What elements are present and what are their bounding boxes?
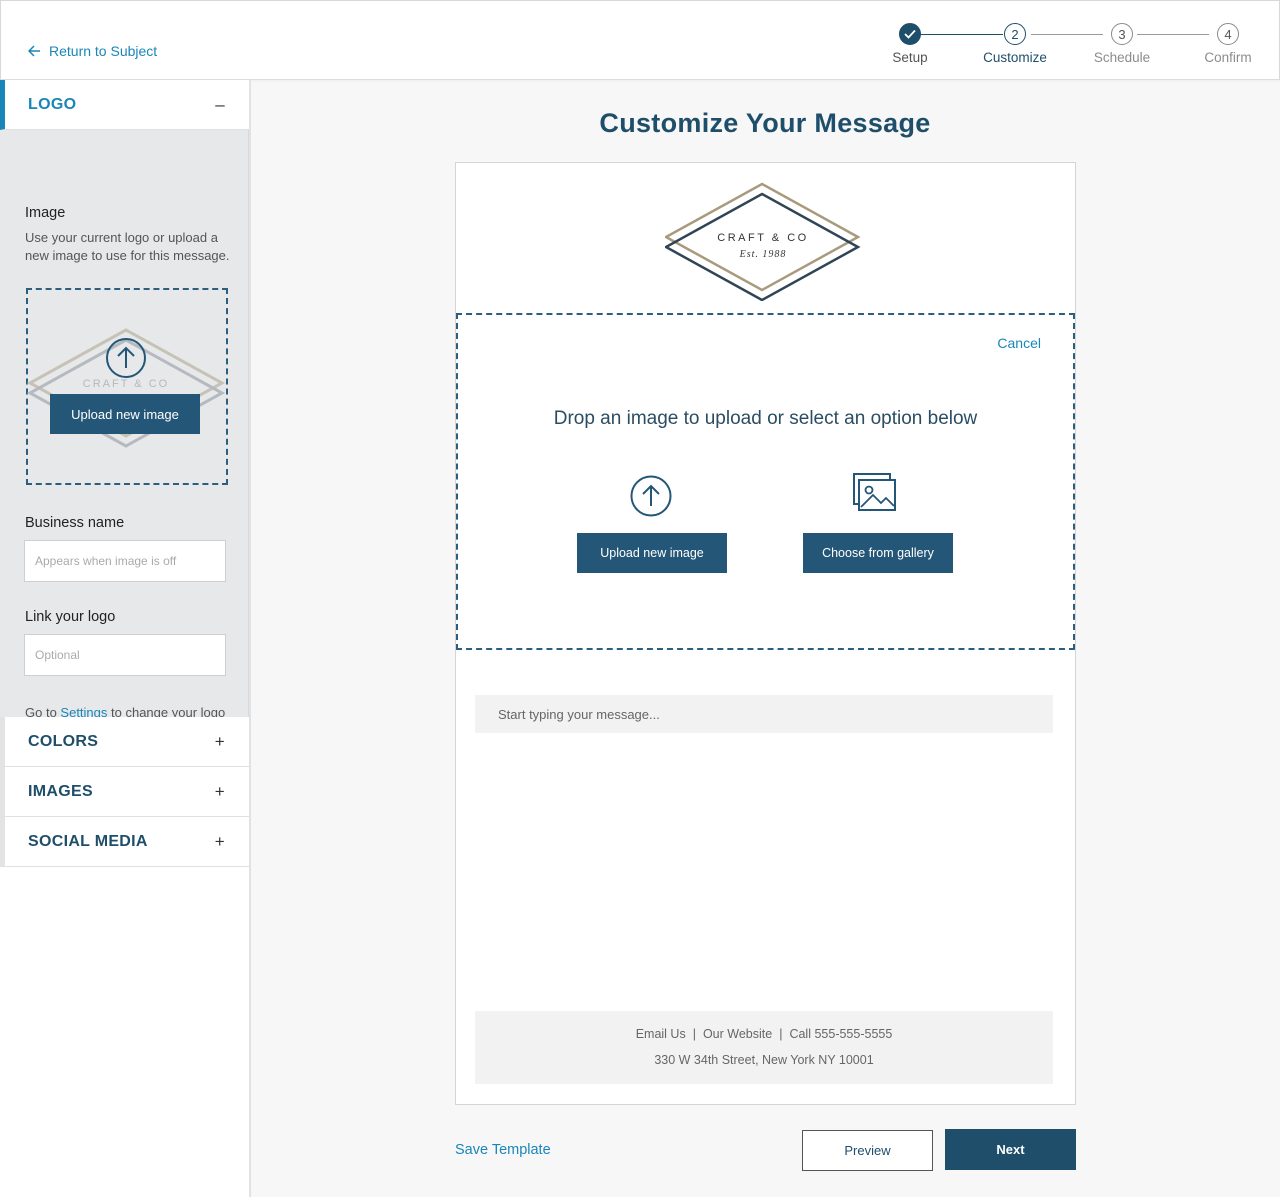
message-preview-card: CRAFT & CO Est. 1988 Cancel Drop an imag… (455, 162, 1076, 1105)
step-connector (1137, 34, 1209, 35)
phone-link[interactable]: Call 555-555-5555 (789, 1027, 892, 1041)
step-schedule-label: Schedule (1093, 50, 1151, 65)
colors-section-header[interactable]: COLORS + (0, 717, 249, 767)
step-confirm[interactable]: 4 Confirm (1188, 23, 1268, 65)
image-drop-zone[interactable]: Cancel Drop an image to upload or select… (456, 313, 1075, 650)
social-media-section-header[interactable]: SOCIAL MEDIA + (0, 817, 249, 867)
save-template-link[interactable]: Save Template (455, 1142, 551, 1158)
drop-zone-prompt: Drop an image to upload or select an opt… (553, 408, 978, 429)
svg-text:CRAFT & CO: CRAFT & CO (83, 378, 169, 390)
gallery-icon (853, 473, 896, 511)
expand-icon[interactable]: + (215, 832, 225, 852)
link-logo-label: Link your logo (25, 609, 116, 625)
top-bar: Return to Subject Setup 2 Customize 3 Sc… (0, 0, 1280, 80)
footer-address: 330 W 34th Street, New York NY 10001 (654, 1053, 874, 1067)
next-button[interactable]: Next (945, 1129, 1076, 1170)
svg-text:Est. 1988: Est. 1988 (739, 249, 787, 260)
image-label: Image (25, 205, 66, 221)
collapse-icon[interactable]: – (215, 95, 225, 115)
logo-upload-dropzone[interactable]: CRAFT & CO Upload new image (26, 288, 228, 485)
svg-text:CRAFT & CO: CRAFT & CO (717, 232, 808, 244)
upload-arrow-icon (106, 338, 146, 378)
logo-section-title: LOGO (28, 95, 77, 113)
step-confirm-number: 4 (1217, 23, 1239, 45)
check-icon (904, 29, 916, 39)
email-us-link[interactable]: Email Us (636, 1027, 686, 1041)
email-footer: Email Us | Our Website | Call 555-555-5555 3… (475, 1011, 1053, 1084)
step-connector (919, 34, 1003, 35)
customize-sidebar: LOGO – Image Use your current logo or up… (0, 80, 251, 1197)
footer-divider: | (692, 1027, 696, 1041)
step-setup-label: Setup (892, 50, 928, 65)
footer-divider: | (779, 1027, 783, 1041)
step-schedule[interactable]: 3 Schedule (1082, 23, 1162, 65)
choose-from-gallery-button[interactable]: Choose from gallery (803, 533, 953, 573)
upload-new-image-button[interactable]: Upload new image (577, 533, 727, 573)
expand-icon[interactable]: + (215, 732, 225, 752)
cancel-link[interactable]: Cancel (997, 335, 1041, 351)
step-setup[interactable]: Setup (870, 23, 950, 65)
arrow-left-icon (28, 45, 40, 57)
link-logo-input[interactable]: Optional (24, 634, 226, 676)
step-customize[interactable]: 2 Customize (975, 23, 1055, 65)
return-to-subject-label: Return to Subject (49, 43, 158, 59)
step-customize-number: 2 (1004, 23, 1026, 45)
step-schedule-number: 3 (1111, 23, 1133, 45)
expand-icon[interactable]: + (215, 782, 225, 802)
our-website-link[interactable]: Our Website (703, 1027, 772, 1041)
page-title: Customize Your Message (599, 108, 931, 138)
return-to-subject-link[interactable]: Return to Subject (28, 43, 157, 59)
images-section-header[interactable]: IMAGES + (0, 767, 249, 817)
step-connector (1031, 34, 1103, 35)
step-setup-check (899, 23, 921, 45)
preview-button[interactable]: Preview (802, 1130, 933, 1171)
business-name-input[interactable]: Appears when image is off (24, 540, 226, 582)
business-name-label: Business name (25, 515, 125, 531)
upload-arrow-icon (630, 475, 672, 517)
step-customize-label: Customize (983, 50, 1047, 65)
footer-links: Email Us | Our Website | Call 555-555-5555 (475, 1027, 1053, 1041)
message-input[interactable]: Start typing your message... (475, 695, 1053, 733)
craft-co-logo: CRAFT & CO Est. 1988 (665, 182, 861, 301)
step-confirm-label: Confirm (1204, 50, 1252, 65)
sidebar-upload-button[interactable]: Upload new image (50, 394, 200, 434)
progress-stepper: Setup 2 Customize 3 Schedule 4 Confirm (879, 1, 1279, 81)
logo-section-header[interactable]: LOGO – (0, 80, 249, 130)
images-section-title: IMAGES (28, 782, 93, 800)
social-media-section-title: SOCIAL MEDIA (28, 832, 148, 850)
image-help-text: Use your current logo or upload a new im… (25, 230, 230, 263)
colors-section-title: COLORS (28, 732, 99, 750)
logo-section-panel: Image Use your current logo or upload a … (0, 130, 249, 738)
